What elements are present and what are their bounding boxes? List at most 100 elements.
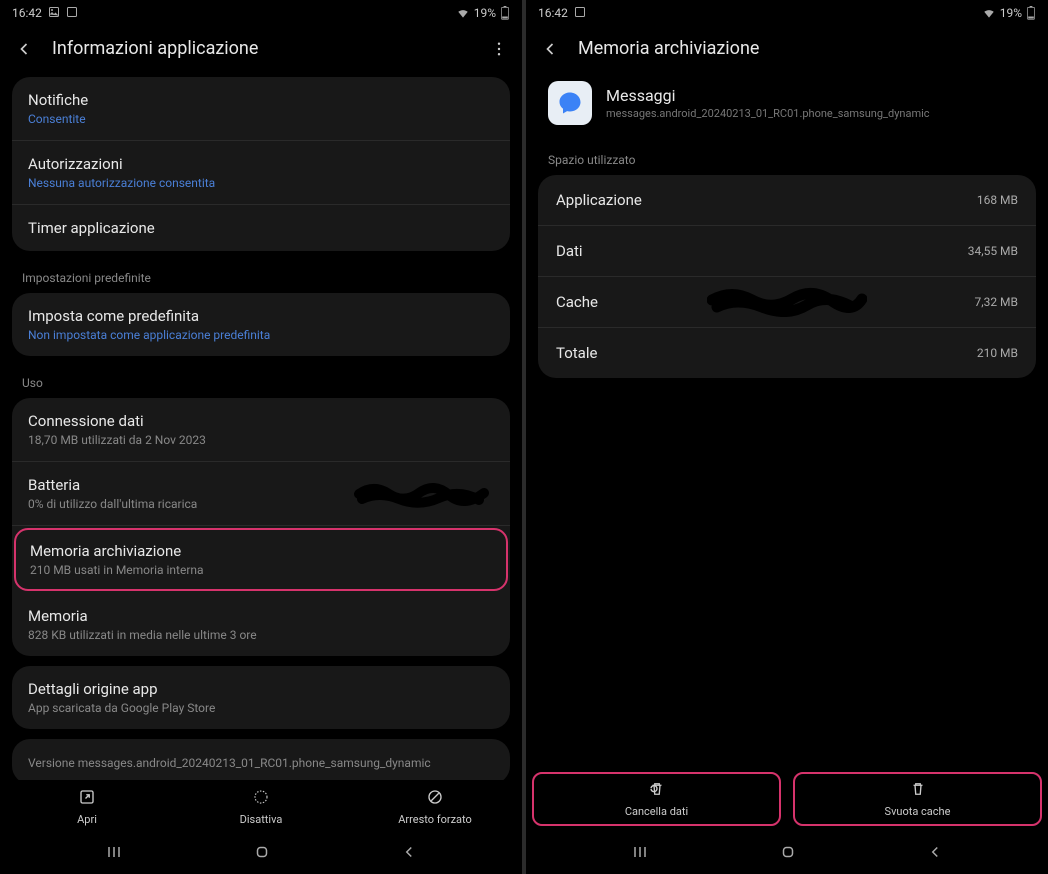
app-icon (548, 81, 592, 125)
status-time: 16:42 (538, 6, 568, 20)
storage-row-app: Applicazione 168 MB (538, 175, 1036, 226)
redaction-scribble (354, 479, 494, 509)
app-header: Messaggi messages.android_20240213_01_RC… (538, 71, 1036, 143)
storage-value: 168 MB (977, 193, 1018, 207)
app-name: Messaggi (606, 86, 930, 105)
back-button[interactable] (14, 39, 34, 59)
disable-label: Disattiva (240, 813, 283, 826)
disable-button[interactable]: Disattiva (174, 788, 348, 826)
clear-data-label: Cancella dati (625, 805, 688, 818)
storage-label: Applicazione (556, 191, 642, 209)
row-subtitle: Non impostata come applicazione predefin… (28, 328, 494, 342)
row-title: Timer applicazione (28, 219, 494, 237)
row-title: Memoria (28, 607, 494, 625)
row-storage[interactable]: Memoria archiviazione 210 MB usati in Me… (14, 528, 508, 591)
scroll-content[interactable]: Notifiche Consentite Autorizzazioni Ness… (0, 71, 522, 780)
version-text: Versione messages.android_20240213_01_RC… (28, 756, 494, 770)
action-bar: Apri Disattiva Arresto forzato (0, 780, 522, 830)
disable-icon (252, 788, 270, 809)
row-title: Imposta come predefinita (28, 307, 494, 325)
page-title: Informazioni applicazione (52, 38, 472, 59)
row-title: Autorizzazioni (28, 155, 494, 173)
row-data-usage[interactable]: Connessione dati 18,70 MB utilizzati da … (12, 398, 510, 462)
trash-data-icon (648, 780, 666, 801)
wifi-icon (982, 6, 996, 20)
nav-recents[interactable] (630, 842, 650, 862)
row-battery[interactable]: Batteria 0% di utilizzo dall'ultima rica… (12, 462, 510, 526)
stop-icon (426, 788, 444, 809)
privacy-card: Notifiche Consentite Autorizzazioni Ness… (12, 77, 510, 251)
row-subtitle: 18,70 MB utilizzati da 2 Nov 2023 (28, 433, 494, 447)
app-package: messages.android_20240213_01_RC01.phone_… (606, 107, 930, 120)
nav-home[interactable] (779, 843, 797, 861)
section-usage: Uso (12, 366, 510, 398)
section-defaults: Impostazioni predefinite (12, 261, 510, 293)
trash-cache-icon (909, 780, 927, 801)
row-app-timer[interactable]: Timer applicazione (12, 205, 510, 251)
nav-recents[interactable] (104, 842, 124, 862)
status-image-icon-2 (66, 6, 78, 21)
clear-cache-button[interactable]: Svuota cache (793, 772, 1042, 826)
storage-card: Applicazione 168 MB Dati 34,55 MB Cache … (538, 175, 1036, 378)
row-subtitle: Consentite (28, 112, 494, 126)
nav-back[interactable] (926, 843, 944, 861)
screen-storage: 16:42 19% Memoria archiviazione (526, 0, 1048, 874)
status-image-icon (574, 6, 586, 21)
row-subtitle: App scaricata da Google Play Store (28, 701, 494, 715)
row-subtitle: Nessuna autorizzazione consentita (28, 176, 494, 190)
row-subtitle: 210 MB usati in Memoria interna (30, 563, 492, 577)
open-icon (78, 788, 96, 809)
details-card: Dettagli origine app App scaricata da Go… (12, 666, 510, 729)
storage-value: 210 MB (977, 346, 1018, 360)
force-stop-label: Arresto forzato (398, 813, 472, 826)
open-label: Apri (77, 813, 97, 826)
battery-icon (1026, 6, 1036, 20)
row-title: Connessione dati (28, 412, 494, 430)
storage-label: Dati (556, 242, 583, 260)
row-subtitle: 828 KB utilizzati in media nelle ultime … (28, 628, 494, 642)
usage-card: Connessione dati 18,70 MB utilizzati da … (12, 398, 510, 656)
status-time: 16:42 (12, 6, 42, 20)
storage-value: 34,55 MB (968, 244, 1018, 258)
back-button[interactable] (540, 39, 560, 59)
nav-back[interactable] (400, 843, 418, 861)
row-permissions[interactable]: Autorizzazioni Nessuna autorizzazione co… (12, 141, 510, 205)
row-set-default[interactable]: Imposta come predefinita Non impostata c… (12, 293, 510, 356)
storage-label: Totale (556, 344, 597, 362)
row-memory[interactable]: Memoria 828 KB utilizzati in media nelle… (12, 593, 510, 656)
redaction-scribble (707, 283, 867, 321)
storage-row-total: Totale 210 MB (538, 328, 1036, 378)
storage-row-cache: Cache 7,32 MB (538, 277, 1036, 328)
page-title: Memoria archiviazione (578, 38, 1034, 59)
clear-cache-label: Svuota cache (885, 805, 951, 818)
row-app-origin[interactable]: Dettagli origine app App scaricata da Go… (12, 666, 510, 729)
storage-value: 7,32 MB (974, 295, 1018, 309)
nav-bar (526, 830, 1048, 874)
clear-data-button[interactable]: Cancella dati (532, 772, 781, 826)
status-battery-pct: 19% (474, 6, 496, 20)
scroll-content[interactable]: Messaggi messages.android_20240213_01_RC… (526, 71, 1048, 764)
defaults-card: Imposta come predefinita Non impostata c… (12, 293, 510, 356)
open-button[interactable]: Apri (0, 788, 174, 826)
row-notifications[interactable]: Notifiche Consentite (12, 77, 510, 141)
header: Informazioni applicazione (0, 26, 522, 71)
battery-icon (500, 6, 510, 20)
wifi-icon (456, 6, 470, 20)
section-space-used: Spazio utilizzato (538, 143, 1036, 175)
screen-app-info: 16:42 19% Informazioni applicazione (0, 0, 522, 874)
status-bar: 16:42 19% (0, 0, 522, 26)
nav-bar (0, 830, 522, 874)
more-button[interactable] (490, 40, 508, 58)
storage-label: Cache (556, 293, 598, 311)
action-bar: Cancella dati Svuota cache (526, 764, 1048, 830)
row-title: Memoria archiviazione (30, 542, 492, 560)
header: Memoria archiviazione (526, 26, 1048, 71)
nav-home[interactable] (253, 843, 271, 861)
force-stop-button[interactable]: Arresto forzato (348, 788, 522, 826)
version-card: Versione messages.android_20240213_01_RC… (12, 739, 510, 780)
row-title: Dettagli origine app (28, 680, 494, 698)
storage-row-data: Dati 34,55 MB (538, 226, 1036, 277)
row-title: Notifiche (28, 91, 494, 109)
status-image-icon (48, 6, 60, 21)
status-bar: 16:42 19% (526, 0, 1048, 26)
